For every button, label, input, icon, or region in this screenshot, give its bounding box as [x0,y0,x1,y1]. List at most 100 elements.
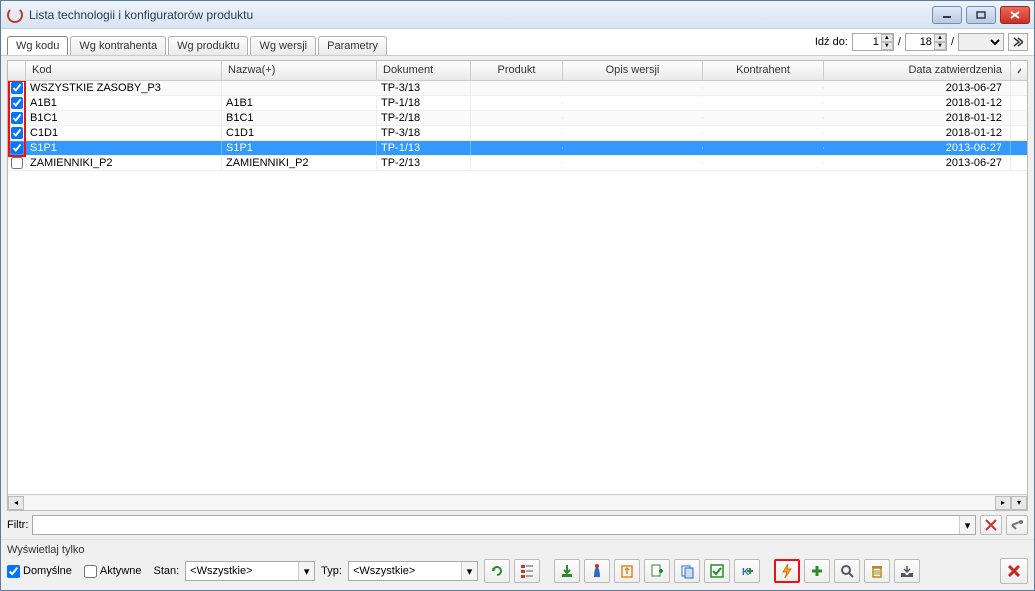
row-checkbox[interactable] [11,82,23,94]
close-window-button[interactable] [1000,558,1028,584]
scroll-right-button[interactable]: ▸ [995,496,1011,510]
chevron-down-icon[interactable]: ▾ [298,562,314,580]
tab-parametry[interactable]: Parametry [318,36,387,55]
table-row[interactable]: C1D1C1D1TP-3/182018-01-12 [8,126,1027,141]
row-checkbox-cell[interactable] [8,127,26,139]
minimize-button[interactable] [932,6,962,24]
col-dokument[interactable]: Dokument [377,61,471,80]
checkbox-domyslne[interactable]: Domyślne [7,565,72,578]
goto-select[interactable] [958,33,1004,51]
add-button[interactable] [804,559,830,583]
cell-kod: A1B1 [26,96,222,110]
table-row[interactable]: A1B1A1B1TP-1/182018-01-12 [8,96,1027,111]
cell-kontrahent [703,102,824,104]
scroll-up-button[interactable] [1011,61,1027,80]
tree-button[interactable] [514,559,540,583]
filter-clear-button[interactable] [980,515,1002,535]
col-opis[interactable]: Opis wersji [563,61,703,80]
cell-opis [563,147,703,149]
row-checkbox[interactable] [11,157,23,169]
table-row[interactable]: B1C1B1C1TP-2/182018-01-12 [8,111,1027,126]
tabs-row: Wg kodu Wg kontrahenta Wg produktu Wg we… [1,29,1034,56]
col-kod[interactable]: Kod [26,61,222,80]
row-checkbox[interactable] [11,127,23,139]
add-doc-button[interactable] [644,559,670,583]
checkbox-aktywne[interactable]: Aktywne [84,565,142,578]
cell-kod: S1P1 [26,141,222,155]
stan-dropdown[interactable]: <Wszystkie> ▾ [185,561,315,581]
chevron-down-icon[interactable]: ▾ [959,516,975,534]
row-checkbox-cell[interactable] [8,82,26,94]
table-row[interactable]: ZAMIENNIKI_P2ZAMIENNIKI_P2TP-2/132013-06… [8,156,1027,171]
goto-run-button[interactable] [1008,33,1028,51]
scroll-left-button[interactable]: ◂ [8,496,24,510]
cell-nazwa: A1B1 [222,96,377,110]
cell-kod: B1C1 [26,111,222,125]
col-data[interactable]: Data zatwierdzenia [824,61,1011,80]
lightning-button[interactable] [774,559,800,583]
cell-produkt [471,132,563,134]
maximize-button[interactable] [966,6,996,24]
row-checkbox[interactable] [11,97,23,109]
tab-wg-wersji[interactable]: Wg wersji [250,36,316,55]
row-checkbox-cell[interactable] [8,97,26,109]
row-checkbox-cell[interactable] [8,142,26,154]
search-button[interactable] [834,559,860,583]
table-row[interactable]: S1P1S1P1TP-1/132013-06-27 [8,141,1027,156]
cell-produkt [471,162,563,164]
cell-produkt [471,102,563,104]
cell-opis [563,102,703,104]
tab-wg-kontrahenta[interactable]: Wg kontrahenta [70,36,166,55]
close-button[interactable] [1000,6,1030,24]
scroll-track[interactable] [24,496,995,510]
checkbox-aktywne-input[interactable] [84,565,97,578]
tray-button[interactable] [894,559,920,583]
tab-wg-kodu[interactable]: Wg kodu [7,36,68,55]
chevron-down-icon[interactable]: ▾ [461,562,477,580]
spin-up-icon[interactable]: ▲ [934,34,946,42]
cell-scroll-spacer [1011,162,1027,164]
col-nazwa[interactable]: Nazwa(+) [222,61,377,80]
filter-combo[interactable]: ▾ [32,515,976,535]
row-checkbox-cell[interactable] [8,157,26,169]
cell-nazwa: C1D1 [222,126,377,140]
goto-sep-2: / [951,36,954,48]
cell-dokument: TP-3/18 [377,126,471,140]
check-button[interactable] [704,559,730,583]
spin-down-icon[interactable]: ▼ [934,42,946,50]
copy-button[interactable] [674,559,700,583]
spin-down-icon[interactable]: ▼ [881,42,893,50]
col-produkt[interactable]: Produkt [471,61,563,80]
titlebar: Lista technologii i konfiguratorów produ… [1,1,1034,29]
spin-up-icon[interactable]: ▲ [881,34,893,42]
horizontal-scrollbar[interactable]: ◂ ▸ ▾ [8,494,1027,510]
cell-scroll-spacer [1011,87,1027,89]
cell-opis [563,87,703,89]
col-kontrahent[interactable]: Kontrahent [703,61,824,80]
cell-scroll-spacer [1011,132,1027,134]
calc-button[interactable] [584,559,610,583]
cell-scroll-spacer [1011,102,1027,104]
goto-label: Idź do: [815,36,848,48]
row-checkbox[interactable] [11,142,23,154]
import-button[interactable] [554,559,580,583]
cell-dokument: TP-3/13 [377,81,471,95]
table-header: Kod Nazwa(+) Dokument Produkt Opis wersj… [8,61,1027,81]
checkbox-domyslne-input[interactable] [7,565,20,578]
col-checkbox[interactable] [8,61,26,80]
tab-wg-produktu[interactable]: Wg produktu [168,36,248,55]
row-checkbox[interactable] [11,112,23,124]
filter-edit-button[interactable] [1006,515,1028,535]
table-row[interactable]: WSZYSTKIE ZASOBY_P3TP-3/132013-06-27 [8,81,1027,96]
refresh-button[interactable] [484,559,510,583]
row-checkbox-cell[interactable] [8,112,26,124]
typ-label: Typ: [321,565,342,577]
add-k-button[interactable]: K [734,559,760,583]
window-title: Lista technologii i konfiguratorów produ… [29,8,932,22]
scroll-down-button[interactable]: ▾ [1011,496,1027,510]
delete-button[interactable] [864,559,890,583]
export-button[interactable] [614,559,640,583]
cell-dokument: TP-1/18 [377,96,471,110]
typ-dropdown[interactable]: <Wszystkie> ▾ [348,561,478,581]
cell-kontrahent [703,87,824,89]
